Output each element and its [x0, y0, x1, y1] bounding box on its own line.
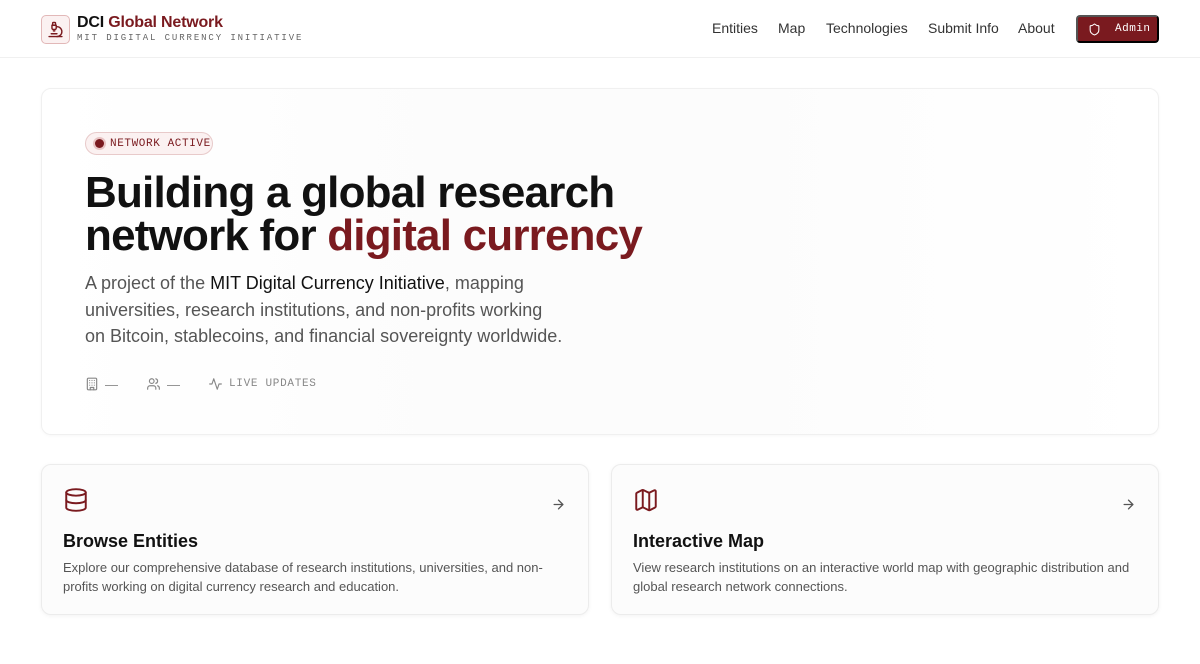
stat-live: LIVE UPDATES	[208, 377, 317, 391]
hero-stats: — — LIVE UPDATES	[85, 375, 345, 393]
stat-live-label: LIVE UPDATES	[229, 378, 317, 390]
nav-map[interactable]: Map	[778, 20, 805, 36]
card-title: Interactive Map	[633, 531, 765, 551]
shield-icon	[1089, 23, 1100, 35]
nav-about[interactable]: About	[1018, 20, 1055, 36]
lead-strong: MIT Digital Currency Initiative	[210, 273, 445, 293]
card-title: Browse Entities	[63, 531, 199, 551]
brand-title[interactable]: DCI Global Network	[77, 14, 223, 32]
site-header: DCI Global Network MIT DIGITAL CURRENCY …	[0, 0, 1200, 58]
stat-people-value: —	[167, 376, 180, 392]
database-icon	[63, 487, 89, 518]
card-description: Explore our comprehensive database of re…	[63, 560, 543, 594]
network-status-badge: NETWORK ACTIVE	[85, 132, 213, 155]
hero-headline-line1: Building a global research	[85, 168, 615, 217]
admin-label: Admin	[1115, 23, 1151, 35]
headline-plain: network for	[85, 211, 328, 260]
users-icon	[147, 378, 160, 390]
nav-technologies[interactable]: Technologies	[826, 20, 908, 36]
badge-label: NETWORK ACTIVE	[110, 137, 211, 150]
admin-button[interactable]: Admin	[1076, 15, 1159, 43]
lead-prefix: A project of the	[85, 273, 211, 293]
card-description: View research institutions on an interac…	[633, 560, 1130, 594]
status-dot-icon	[95, 139, 104, 148]
nav-submit-info[interactable]: Submit Info	[928, 20, 999, 36]
brand-title-accent: DCI	[77, 14, 104, 31]
brand-title-rest: Global Network	[103, 14, 223, 31]
logo-microscope-icon[interactable]	[41, 15, 70, 44]
hero-lead: A project of the MIT Digital Currency In…	[85, 270, 565, 350]
building-icon	[86, 377, 98, 391]
card-interactive-map[interactable]: Interactive Map View research institutio…	[611, 464, 1159, 615]
map-icon	[633, 487, 659, 518]
stat-people: —	[146, 377, 180, 392]
headline-accent: digital currency	[327, 211, 643, 260]
arrow-right-icon[interactable]	[1121, 497, 1136, 517]
hero-headline-line2: network for digital currency	[85, 211, 643, 260]
nav-entities[interactable]: Entities	[712, 20, 758, 36]
stat-institutions: —	[85, 377, 118, 392]
stat-institutions-value: —	[105, 376, 118, 392]
arrow-right-icon[interactable]	[551, 497, 566, 517]
brand-subtitle: MIT DIGITAL CURRENCY INITIATIVE	[77, 33, 304, 43]
activity-icon	[209, 378, 222, 390]
card-browse-entities[interactable]: Browse Entities Explore our comprehensiv…	[41, 464, 589, 615]
